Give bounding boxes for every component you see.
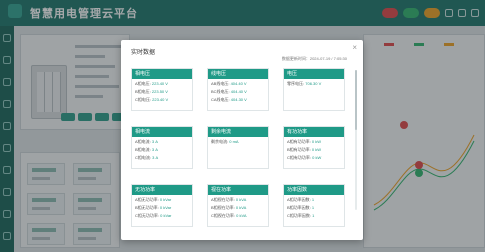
card-row: B相电压: 223.50 V <box>132 89 192 95</box>
card-row-label: CA线电压: <box>211 97 230 102</box>
card-row-label: C相视在功率: <box>211 213 235 218</box>
card-row: A相无功功率: 0 kVar <box>132 197 192 203</box>
card-row-label: A相电压: <box>135 81 151 86</box>
card-row-value: 0 mA <box>229 139 239 144</box>
close-icon[interactable]: × <box>352 44 357 52</box>
card-title: 相电流 <box>132 127 192 137</box>
card-row-value: 706.30 V <box>305 81 322 86</box>
modal-title: 实时数据 <box>131 50 156 56</box>
card-row-label: BC线电压: <box>211 89 230 94</box>
card-row-value: 3 A <box>151 139 158 144</box>
scrollbar-thumb[interactable] <box>355 70 357 130</box>
card-title: 有功功率 <box>284 127 344 137</box>
card-row-label: B相视在功率: <box>211 205 235 210</box>
data-card: 相电流 A相电流: 3 A B相电流: 3 A C相电流: 3 A <box>131 126 193 169</box>
card-row-value: 0 kW <box>311 147 322 152</box>
card-row-label: A相电流: <box>135 139 151 144</box>
card-row-value: 404.30 V <box>230 97 247 102</box>
card-row: AB线电压: 404.40 V <box>208 81 268 87</box>
card-row-label: A相视在功率: <box>211 197 235 202</box>
card-row-label: C相功率因数: <box>287 213 311 218</box>
card-row-label: C相无功功率: <box>135 213 159 218</box>
card-row: A相电压: 223.40 V <box>132 81 192 87</box>
card-row: A相电流: 3 A <box>132 139 192 145</box>
card-row-value: 1 <box>311 205 315 210</box>
data-card: 无功功率 A相无功功率: 0 kVar B相无功功率: 0 kVar C相无功功率: … <box>131 184 193 227</box>
card-row: A相视在功率: 0 kVA <box>208 197 268 203</box>
card-row-label: AB线电压: <box>211 81 230 86</box>
realtime-data-modal: 实时数据 × 数据更新时间：2024-07-19 / 7:05:30 相电压 A相… <box>121 40 363 240</box>
card-title: 相电压 <box>132 69 192 79</box>
card-row-label: C相电压: <box>135 97 151 102</box>
card-row-value: 404.40 V <box>230 81 247 86</box>
card-row: 剩余电流: 0 mA <box>208 139 268 145</box>
card-row-value: 1 <box>312 213 315 218</box>
card-row: C相功率因数: 1 <box>284 213 344 219</box>
data-card: 剩余电流剩余电流: 0 mA <box>207 126 269 169</box>
card-row: BC线电压: 404.40 V <box>208 89 268 95</box>
card-row-value: 0 kVar <box>160 213 172 218</box>
card-row-value: 0 kW <box>311 139 322 144</box>
card-title: 电压 <box>284 69 344 79</box>
card-row: C相有功功率: 0 kW <box>284 155 344 161</box>
card-title: 功率因数 <box>284 185 344 195</box>
card-title: 线电压 <box>208 69 268 79</box>
card-title: 视在功率 <box>208 185 268 195</box>
card-row-value: 223.40 V <box>152 97 169 102</box>
modal-scrollbar[interactable] <box>355 70 357 210</box>
card-row: B相功率因数: 1 <box>284 205 344 211</box>
card-row: B相无功功率: 0 kVar <box>132 205 192 211</box>
data-card: 相电压 A相电压: 223.40 V B相电压: 223.50 V C相电压: 223… <box>131 68 193 111</box>
card-row-label: A相有功功率: <box>287 139 311 144</box>
card-row-value: 0 kVar <box>159 205 172 210</box>
card-title: 剩余电流 <box>208 127 268 137</box>
card-row: C相视在功率: 0 kVA <box>208 213 268 219</box>
card-row-label: 剩余电流: <box>211 139 229 144</box>
card-row: B相视在功率: 0 kVA <box>208 205 268 211</box>
card-row-label: C相有功功率: <box>287 155 311 160</box>
data-card: 有功功率 A相有功功率: 0 kW B相有功功率: 0 kW C相有功功率: 0 kW <box>283 126 345 169</box>
card-row: A相功率因数: 1 <box>284 197 344 203</box>
card-row-value: 0 kVA <box>235 197 247 202</box>
card-row: A相有功功率: 0 kW <box>284 139 344 145</box>
card-row-label: 零序电压: <box>287 81 305 86</box>
data-card: 视在功率 A相视在功率: 0 kVA B相视在功率: 0 kVA C相视在功率: 0 … <box>207 184 269 227</box>
card-row-value: 0 kVA <box>236 213 247 218</box>
update-time: 数据更新时间：2024-07-19 / 7:05:30 <box>281 56 347 61</box>
card-row-value: 223.40 V <box>151 81 168 86</box>
card-title: 无功功率 <box>132 185 192 195</box>
card-row: CA线电压: 404.30 V <box>208 97 268 103</box>
card-row: B相电流: 3 A <box>132 147 192 153</box>
card-row-label: C相电流: <box>135 155 151 160</box>
card-row-value: 0 kVar <box>159 197 172 202</box>
data-card: 线电压 AB线电压: 404.40 V BC线电压: 404.40 V CA线电压: … <box>207 68 269 111</box>
card-row: C相电流: 3 A <box>132 155 192 161</box>
card-row: B相有功功率: 0 kW <box>284 147 344 153</box>
card-row-value: 0 kW <box>312 155 322 160</box>
card-row-label: B相有功功率: <box>287 147 311 152</box>
card-row: C相无功功率: 0 kVar <box>132 213 192 219</box>
data-card: 功率因数 A相功率因数: 1 B相功率因数: 1 C相功率因数: 1 <box>283 184 345 227</box>
card-row-label: A相无功功率: <box>135 197 159 202</box>
card-row-value: 404.40 V <box>230 89 247 94</box>
data-card: 电压零序电压: 706.30 V <box>283 68 345 111</box>
card-row-label: B相电流: <box>135 147 151 152</box>
card-row-value: 0 kVA <box>235 205 247 210</box>
card-row: C相电压: 223.40 V <box>132 97 192 103</box>
card-row-value: 3 A <box>151 147 158 152</box>
card-row-value: 1 <box>311 197 315 202</box>
card-row-label: A相功率因数: <box>287 197 311 202</box>
card-row-label: B相电压: <box>135 89 151 94</box>
card-row-label: B相无功功率: <box>135 205 159 210</box>
card-row-value: 223.50 V <box>151 89 168 94</box>
card-row-label: B相功率因数: <box>287 205 311 210</box>
card-row-value: 3 A <box>152 155 159 160</box>
card-row: 零序电压: 706.30 V <box>284 81 344 87</box>
